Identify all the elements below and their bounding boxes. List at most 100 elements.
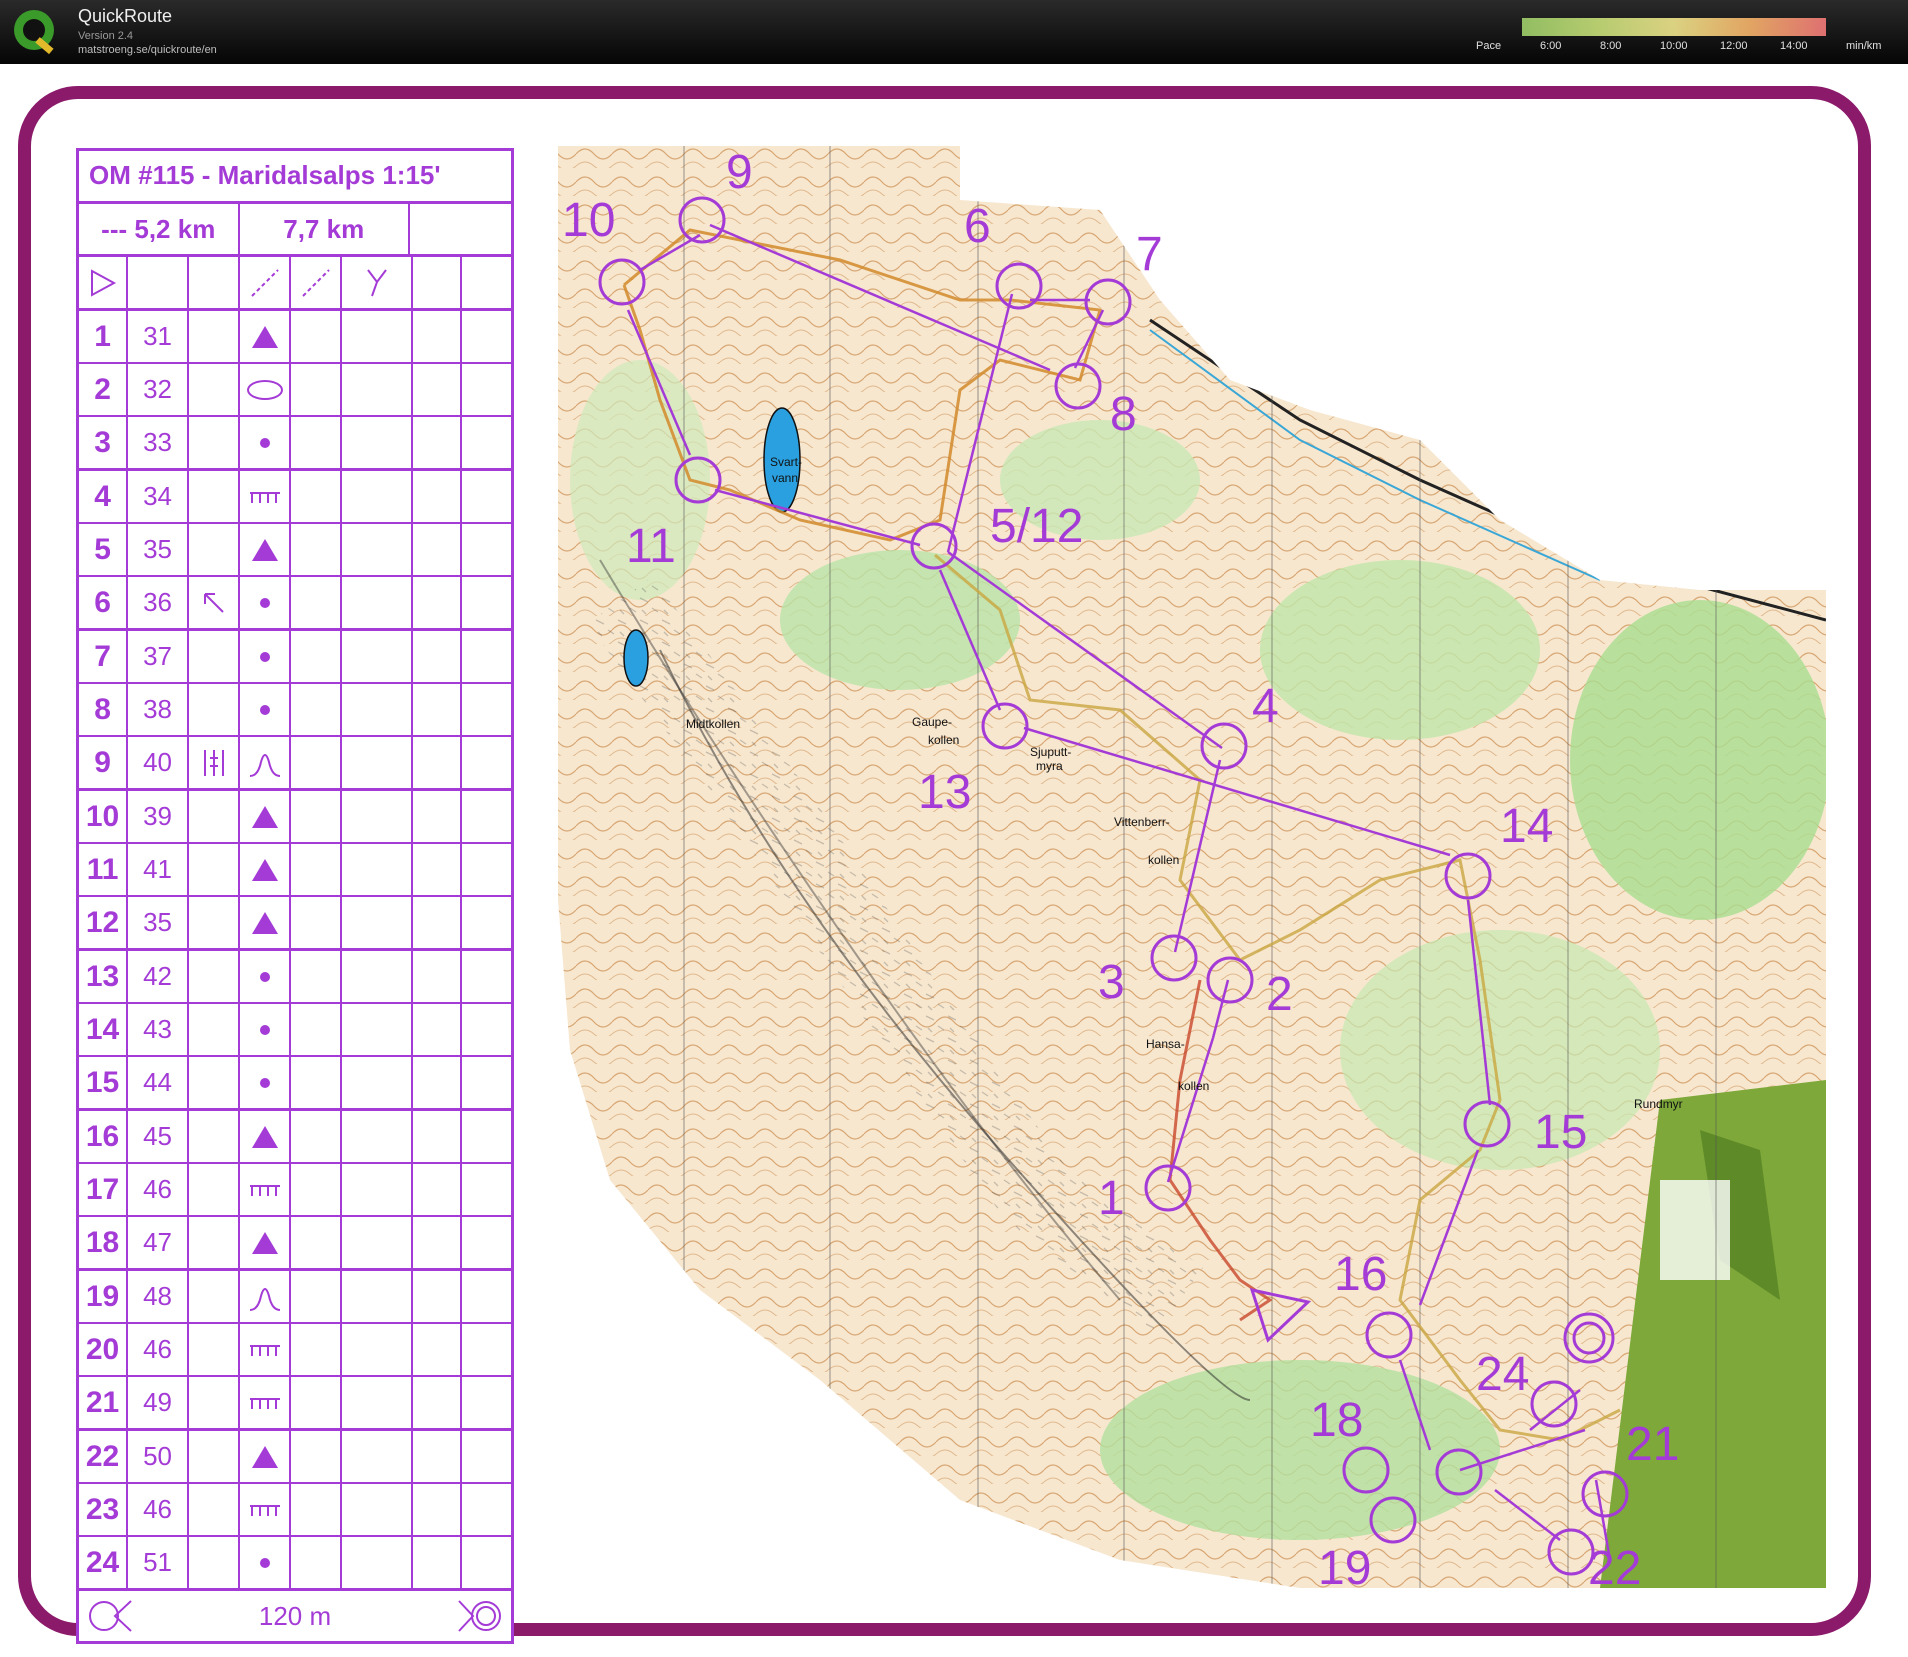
- marsh-icon: [189, 737, 241, 788]
- place-name: Vittenberr-: [1114, 815, 1170, 829]
- control-number: 4: [79, 471, 129, 522]
- control-row: 2 32: [79, 364, 511, 417]
- triangle-icon: [240, 524, 292, 575]
- place-name: Sjuputt-: [1030, 745, 1071, 759]
- empty-cell: [410, 204, 511, 254]
- control-row: 22 50: [79, 1431, 511, 1484]
- control-label: 5/12: [990, 500, 1083, 553]
- control-label: 11: [626, 520, 676, 573]
- empty-cell: [189, 1111, 241, 1162]
- control-label: 7: [1136, 228, 1163, 281]
- control-row: 16 45: [79, 1111, 511, 1164]
- control-number: 21: [79, 1377, 129, 1428]
- dot-icon: [240, 1057, 292, 1108]
- control-label: 3: [1098, 956, 1125, 1009]
- place-name: Hansa-: [1146, 1037, 1185, 1051]
- control-row: 7 37: [79, 631, 511, 684]
- control-code: 44: [128, 1057, 189, 1108]
- control-number: 19: [79, 1271, 129, 1322]
- control-number: 5: [79, 524, 129, 575]
- triangle-icon: [240, 844, 292, 895]
- finish-row: 120 m: [79, 1591, 511, 1641]
- control-code: 32: [128, 364, 189, 415]
- dot-icon: [240, 1537, 292, 1588]
- path-crossing-icon: [240, 257, 292, 308]
- control-code: 34: [128, 471, 189, 522]
- dot-icon: [240, 417, 292, 468]
- control-code: 46: [128, 1484, 189, 1535]
- control-label: 16: [1334, 1248, 1387, 1301]
- control-label: 13: [918, 766, 971, 819]
- control-number: 17: [79, 1164, 129, 1215]
- control-label: 14: [1500, 800, 1553, 853]
- control-number: 14: [79, 1004, 129, 1055]
- control-code: 43: [128, 1004, 189, 1055]
- control-number: 22: [79, 1431, 129, 1482]
- control-row: 8 38: [79, 684, 511, 737]
- ruin-icon: [240, 1484, 292, 1535]
- empty-cell: [189, 417, 241, 468]
- control-code: 35: [128, 524, 189, 575]
- empty-cell: [189, 524, 241, 575]
- control-code: 50: [128, 1431, 189, 1482]
- control-row: 10 39: [79, 791, 511, 844]
- place-name: kollen: [928, 733, 959, 747]
- control-number: 23: [79, 1484, 129, 1535]
- finish-circle-icon: [458, 1600, 501, 1632]
- control-label: 18: [1310, 1394, 1363, 1447]
- triangle-icon: [240, 311, 292, 362]
- control-code: 47: [128, 1217, 189, 1268]
- arrow-nw-icon: [189, 577, 241, 628]
- control-code: 40: [128, 737, 189, 788]
- control-row: 23 46: [79, 1484, 511, 1537]
- ruin-icon: [240, 1164, 292, 1215]
- control-number: 13: [79, 951, 129, 1002]
- empty-cell: [189, 1431, 241, 1482]
- empty-cell: [189, 311, 241, 362]
- empty-cell: [189, 1057, 241, 1108]
- control-label: 22: [1588, 1542, 1641, 1595]
- dot-icon: [240, 951, 292, 1002]
- control-row: 18 47: [79, 1217, 511, 1271]
- control-row: 11 41: [79, 844, 511, 897]
- control-row: 13 42: [79, 951, 511, 1004]
- triangle-icon: [240, 897, 292, 948]
- control-code: 42: [128, 951, 189, 1002]
- control-number: 10: [79, 791, 129, 842]
- empty-cell: [189, 471, 241, 522]
- control-number: 7: [79, 631, 129, 682]
- empty-cell: [189, 844, 241, 895]
- control-code: 48: [128, 1271, 189, 1322]
- empty-cell: [189, 631, 241, 682]
- control-number: 9: [79, 737, 129, 788]
- empty-cell: [189, 951, 241, 1002]
- control-code: 49: [128, 1377, 189, 1428]
- ruin-icon: [240, 1324, 292, 1375]
- control-code: 39: [128, 791, 189, 842]
- place-name: Svart-: [770, 455, 802, 469]
- control-number: 18: [79, 1217, 129, 1268]
- control-code: 46: [128, 1164, 189, 1215]
- ruin-icon: [240, 471, 292, 522]
- finish-distance: 120 m: [258, 1600, 332, 1631]
- control-number: 11: [79, 844, 129, 895]
- place-name: Midtkollen: [686, 717, 740, 731]
- control-number: 12: [79, 897, 129, 948]
- empty-cell: [189, 1324, 241, 1375]
- triangle-icon: [240, 1431, 292, 1482]
- control-number: 6: [79, 577, 129, 628]
- control-number: 8: [79, 684, 129, 735]
- empty-cell: [189, 684, 241, 735]
- control-description-sheet: OM #115 - Maridalsalps 1:15' --- 5,2 km …: [76, 148, 514, 1644]
- course-title: OM #115 - Maridalsalps 1:15': [79, 151, 511, 204]
- control-number: 1: [79, 311, 129, 362]
- control-label: 8: [1110, 388, 1137, 441]
- control-row: 6 36: [79, 577, 511, 631]
- finish-start-icon: [89, 1600, 132, 1632]
- control-number: 15: [79, 1057, 129, 1108]
- control-code: 46: [128, 1324, 189, 1375]
- empty-cell: [189, 1484, 241, 1535]
- distance-short: --- 5,2 km: [79, 204, 240, 254]
- dot-icon: [240, 631, 292, 682]
- control-number: 20: [79, 1324, 129, 1375]
